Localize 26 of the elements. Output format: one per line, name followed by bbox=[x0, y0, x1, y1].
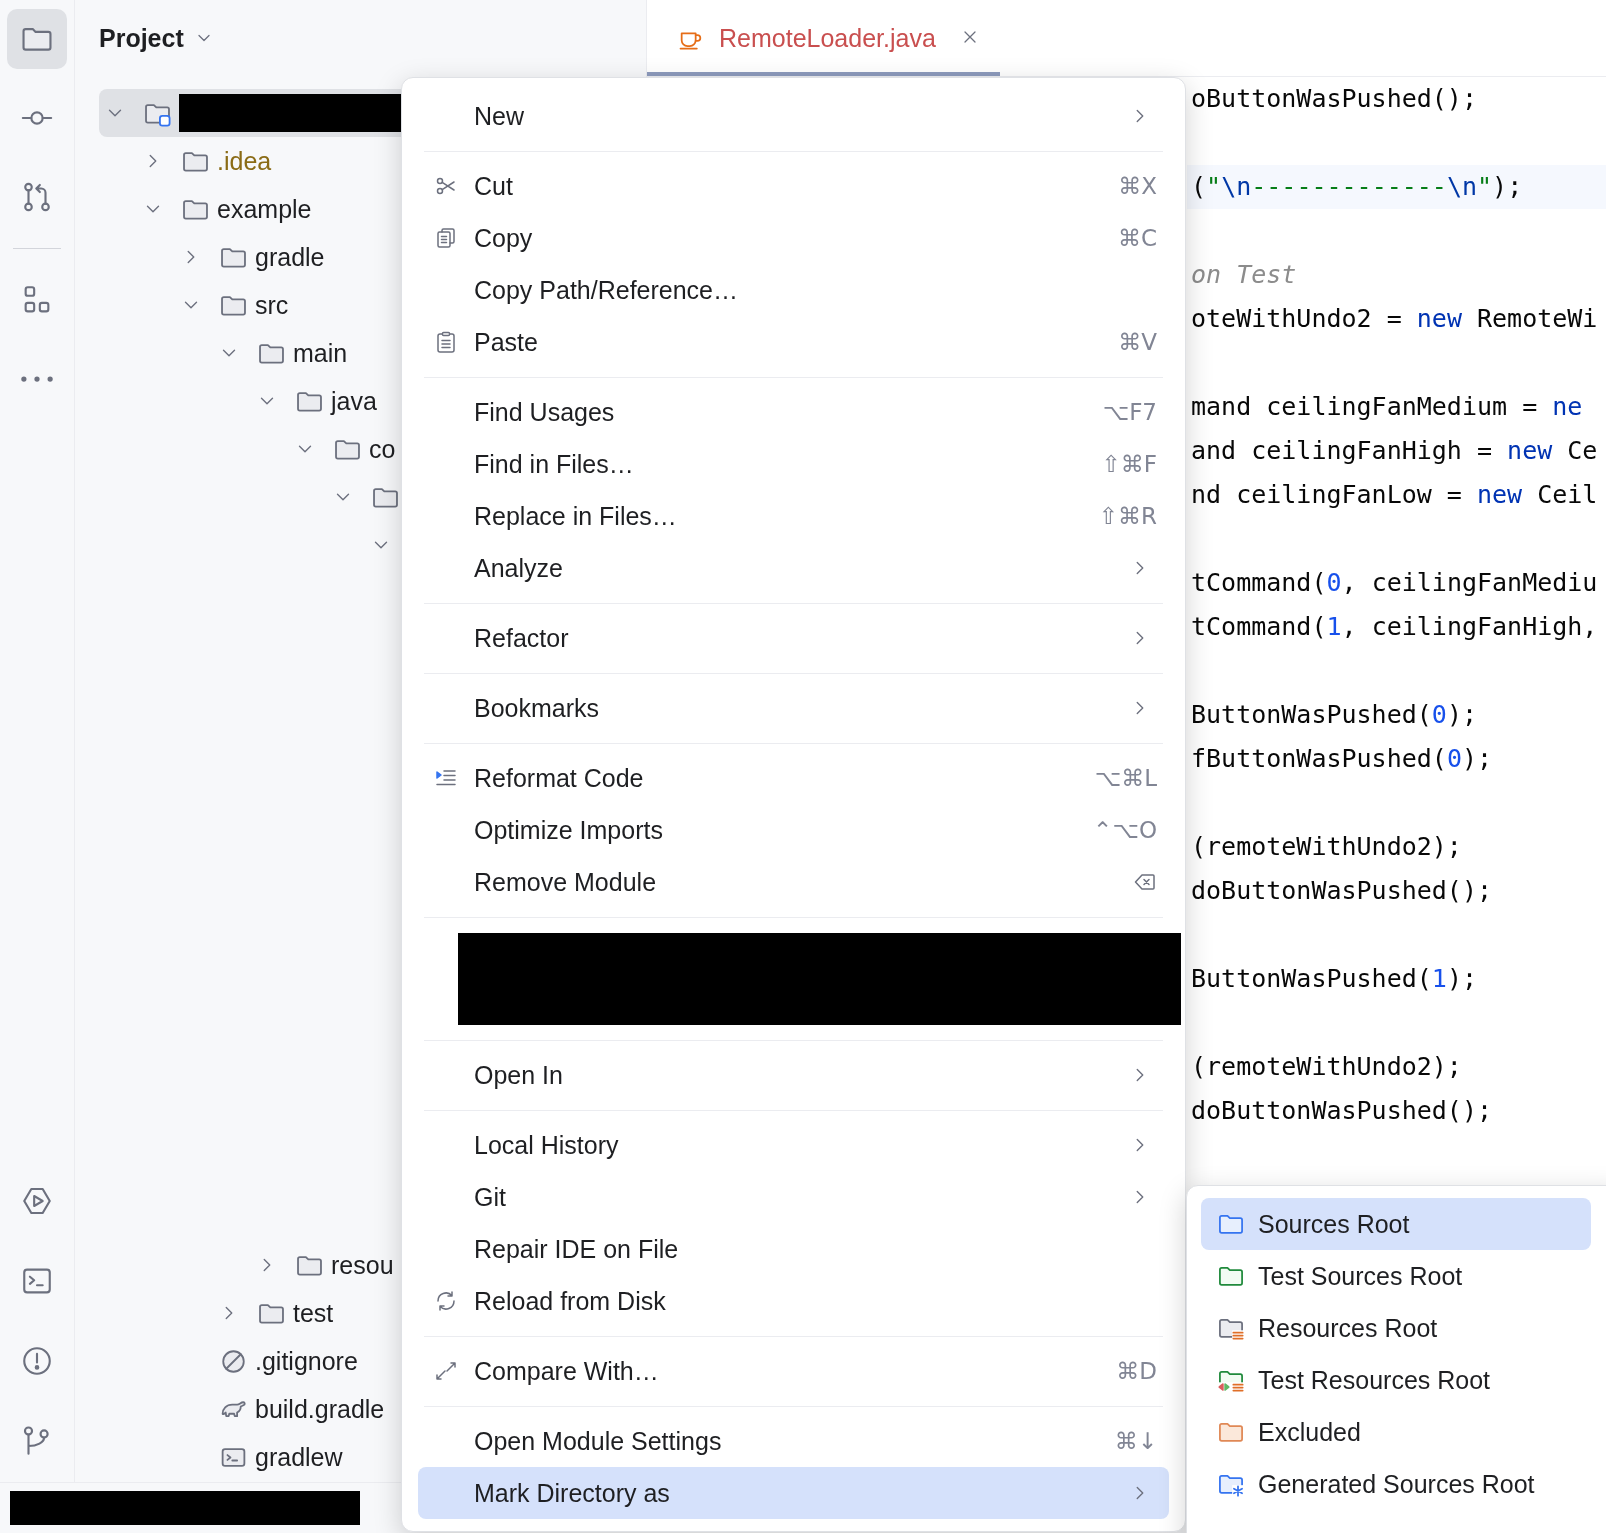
shortcut: ⌥⌘L bbox=[1094, 765, 1157, 791]
shortcut: ⇧⌘F bbox=[1101, 451, 1157, 477]
code-line: ButtonWasPushed(0); bbox=[1191, 700, 1477, 729]
code-line: tCommand(0, ceilingFanMediu bbox=[1191, 568, 1598, 597]
shortcut: ⌥F7 bbox=[1102, 399, 1157, 425]
code-line: mand ceilingFanMedium = ne bbox=[1191, 392, 1583, 421]
code-line: ButtonWasPushed(1); bbox=[1191, 964, 1477, 993]
code-line: ("\n-------------\n"); bbox=[1191, 172, 1523, 201]
shortcut: ⌘D bbox=[1116, 1358, 1157, 1384]
code-line: doButtonWasPushed(); bbox=[1191, 876, 1493, 905]
code-line: tCommand(1, ceilingFanHigh, bbox=[1191, 612, 1598, 641]
shortcut: ⌃⌥O bbox=[1093, 817, 1157, 843]
shortcut: ⌘X bbox=[1118, 173, 1157, 199]
code-line: fButtonWasPushed(0); bbox=[1191, 744, 1493, 773]
code-line: oButtonWasPushed(); bbox=[1191, 84, 1477, 113]
code-line: oteWithUndo2 = new RemoteWi bbox=[1191, 304, 1598, 333]
code-line: nd ceilingFanLow = new Ceil bbox=[1191, 480, 1598, 509]
shortcut: ⌘V bbox=[1118, 329, 1157, 355]
code-line: and ceilingFanHigh = new Ce bbox=[1191, 436, 1598, 465]
shortcut: ⌘↓ bbox=[1114, 1428, 1157, 1454]
shortcut: ⌘C bbox=[1117, 225, 1157, 251]
code-line: on Test bbox=[1191, 260, 1297, 289]
code-line: doButtonWasPushed(); bbox=[1191, 1096, 1493, 1125]
shortcut: ⇧⌘R bbox=[1098, 503, 1157, 529]
code-line: (remoteWithUndo2); bbox=[1191, 832, 1462, 861]
code-line: (remoteWithUndo2); bbox=[1191, 1052, 1462, 1081]
